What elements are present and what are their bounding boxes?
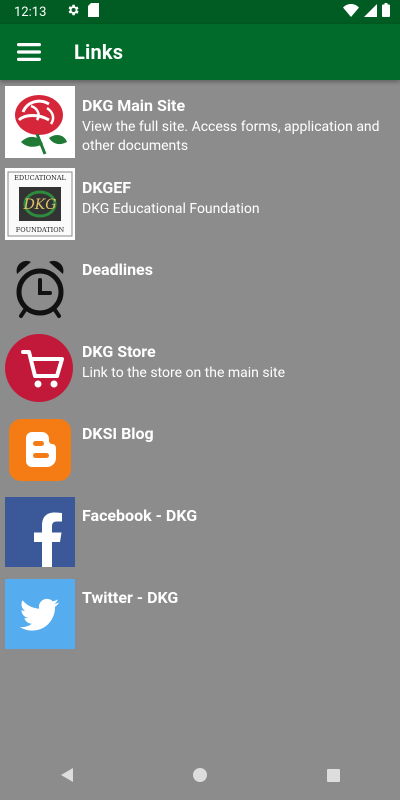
hamburger-menu-button[interactable] — [1, 24, 57, 80]
home-circle-icon — [192, 768, 207, 782]
back-triangle-icon — [60, 768, 73, 782]
link-title: DKG Main Site — [82, 96, 186, 115]
settings-gear-icon — [66, 3, 80, 21]
alarm-clock-icon — [5, 250, 75, 322]
link-item-dkg-main-site[interactable]: DKG Main Site View the full site. Access… — [0, 82, 400, 164]
link-subtitle: DKG Educational Foundation — [82, 201, 260, 217]
svg-text:EDUCATIONAL: EDUCATIONAL — [14, 174, 66, 182]
recents-square-icon — [326, 768, 340, 782]
recents-button[interactable] — [308, 750, 358, 800]
blogger-icon — [5, 414, 75, 486]
link-title: Facebook - DKG — [82, 506, 198, 525]
link-subtitle: Link to the store on the main site — [82, 365, 286, 381]
status-time: 12:13 — [14, 4, 47, 20]
page-title: Links — [74, 40, 124, 64]
link-item-dksi-blog[interactable]: DKSI Blog — [0, 410, 400, 492]
wifi-icon — [343, 3, 359, 21]
link-title: DKSI Blog — [82, 424, 154, 443]
svg-text:FOUNDATION: FOUNDATION — [16, 226, 65, 234]
home-button[interactable] — [175, 750, 225, 800]
hamburger-menu-icon — [17, 43, 41, 61]
link-title: Deadlines — [82, 260, 153, 279]
link-item-dkg-store[interactable]: DKG Store Link to the store on the main … — [0, 328, 400, 410]
link-item-deadlines[interactable]: Deadlines — [0, 246, 400, 328]
app-bar: Links — [0, 24, 400, 80]
link-title: DKG Store — [82, 342, 156, 361]
facebook-icon — [5, 496, 75, 568]
cell-signal-icon — [364, 3, 377, 21]
battery-icon — [382, 3, 390, 21]
rose-logo-icon — [5, 86, 75, 158]
link-title: DKGEF — [82, 178, 132, 197]
status-bar: 12:13 — [0, 0, 400, 24]
links-list: DKG Main Site View the full site. Access… — [0, 82, 400, 656]
link-item-dkgef[interactable]: EDUCATIONAL DKG FOUNDATION DKGEF DKG Edu… — [0, 164, 400, 246]
link-title: Twitter - DKG — [82, 588, 179, 607]
status-left: 12:13 — [14, 3, 100, 21]
link-item-twitter-dkg[interactable]: Twitter - DKG — [0, 574, 400, 656]
back-button[interactable] — [42, 750, 92, 800]
shopping-cart-icon — [5, 332, 75, 404]
dkg-educational-foundation-logo-icon: EDUCATIONAL DKG FOUNDATION — [5, 168, 75, 240]
sd-card-icon — [88, 3, 100, 21]
twitter-icon — [5, 578, 75, 650]
link-subtitle: View the full site. Access forms, applic… — [82, 119, 380, 154]
link-item-facebook-dkg[interactable]: Facebook - DKG — [0, 492, 400, 574]
system-nav-bar — [0, 750, 400, 800]
status-right — [343, 3, 390, 21]
svg-text:DKG: DKG — [23, 197, 57, 213]
